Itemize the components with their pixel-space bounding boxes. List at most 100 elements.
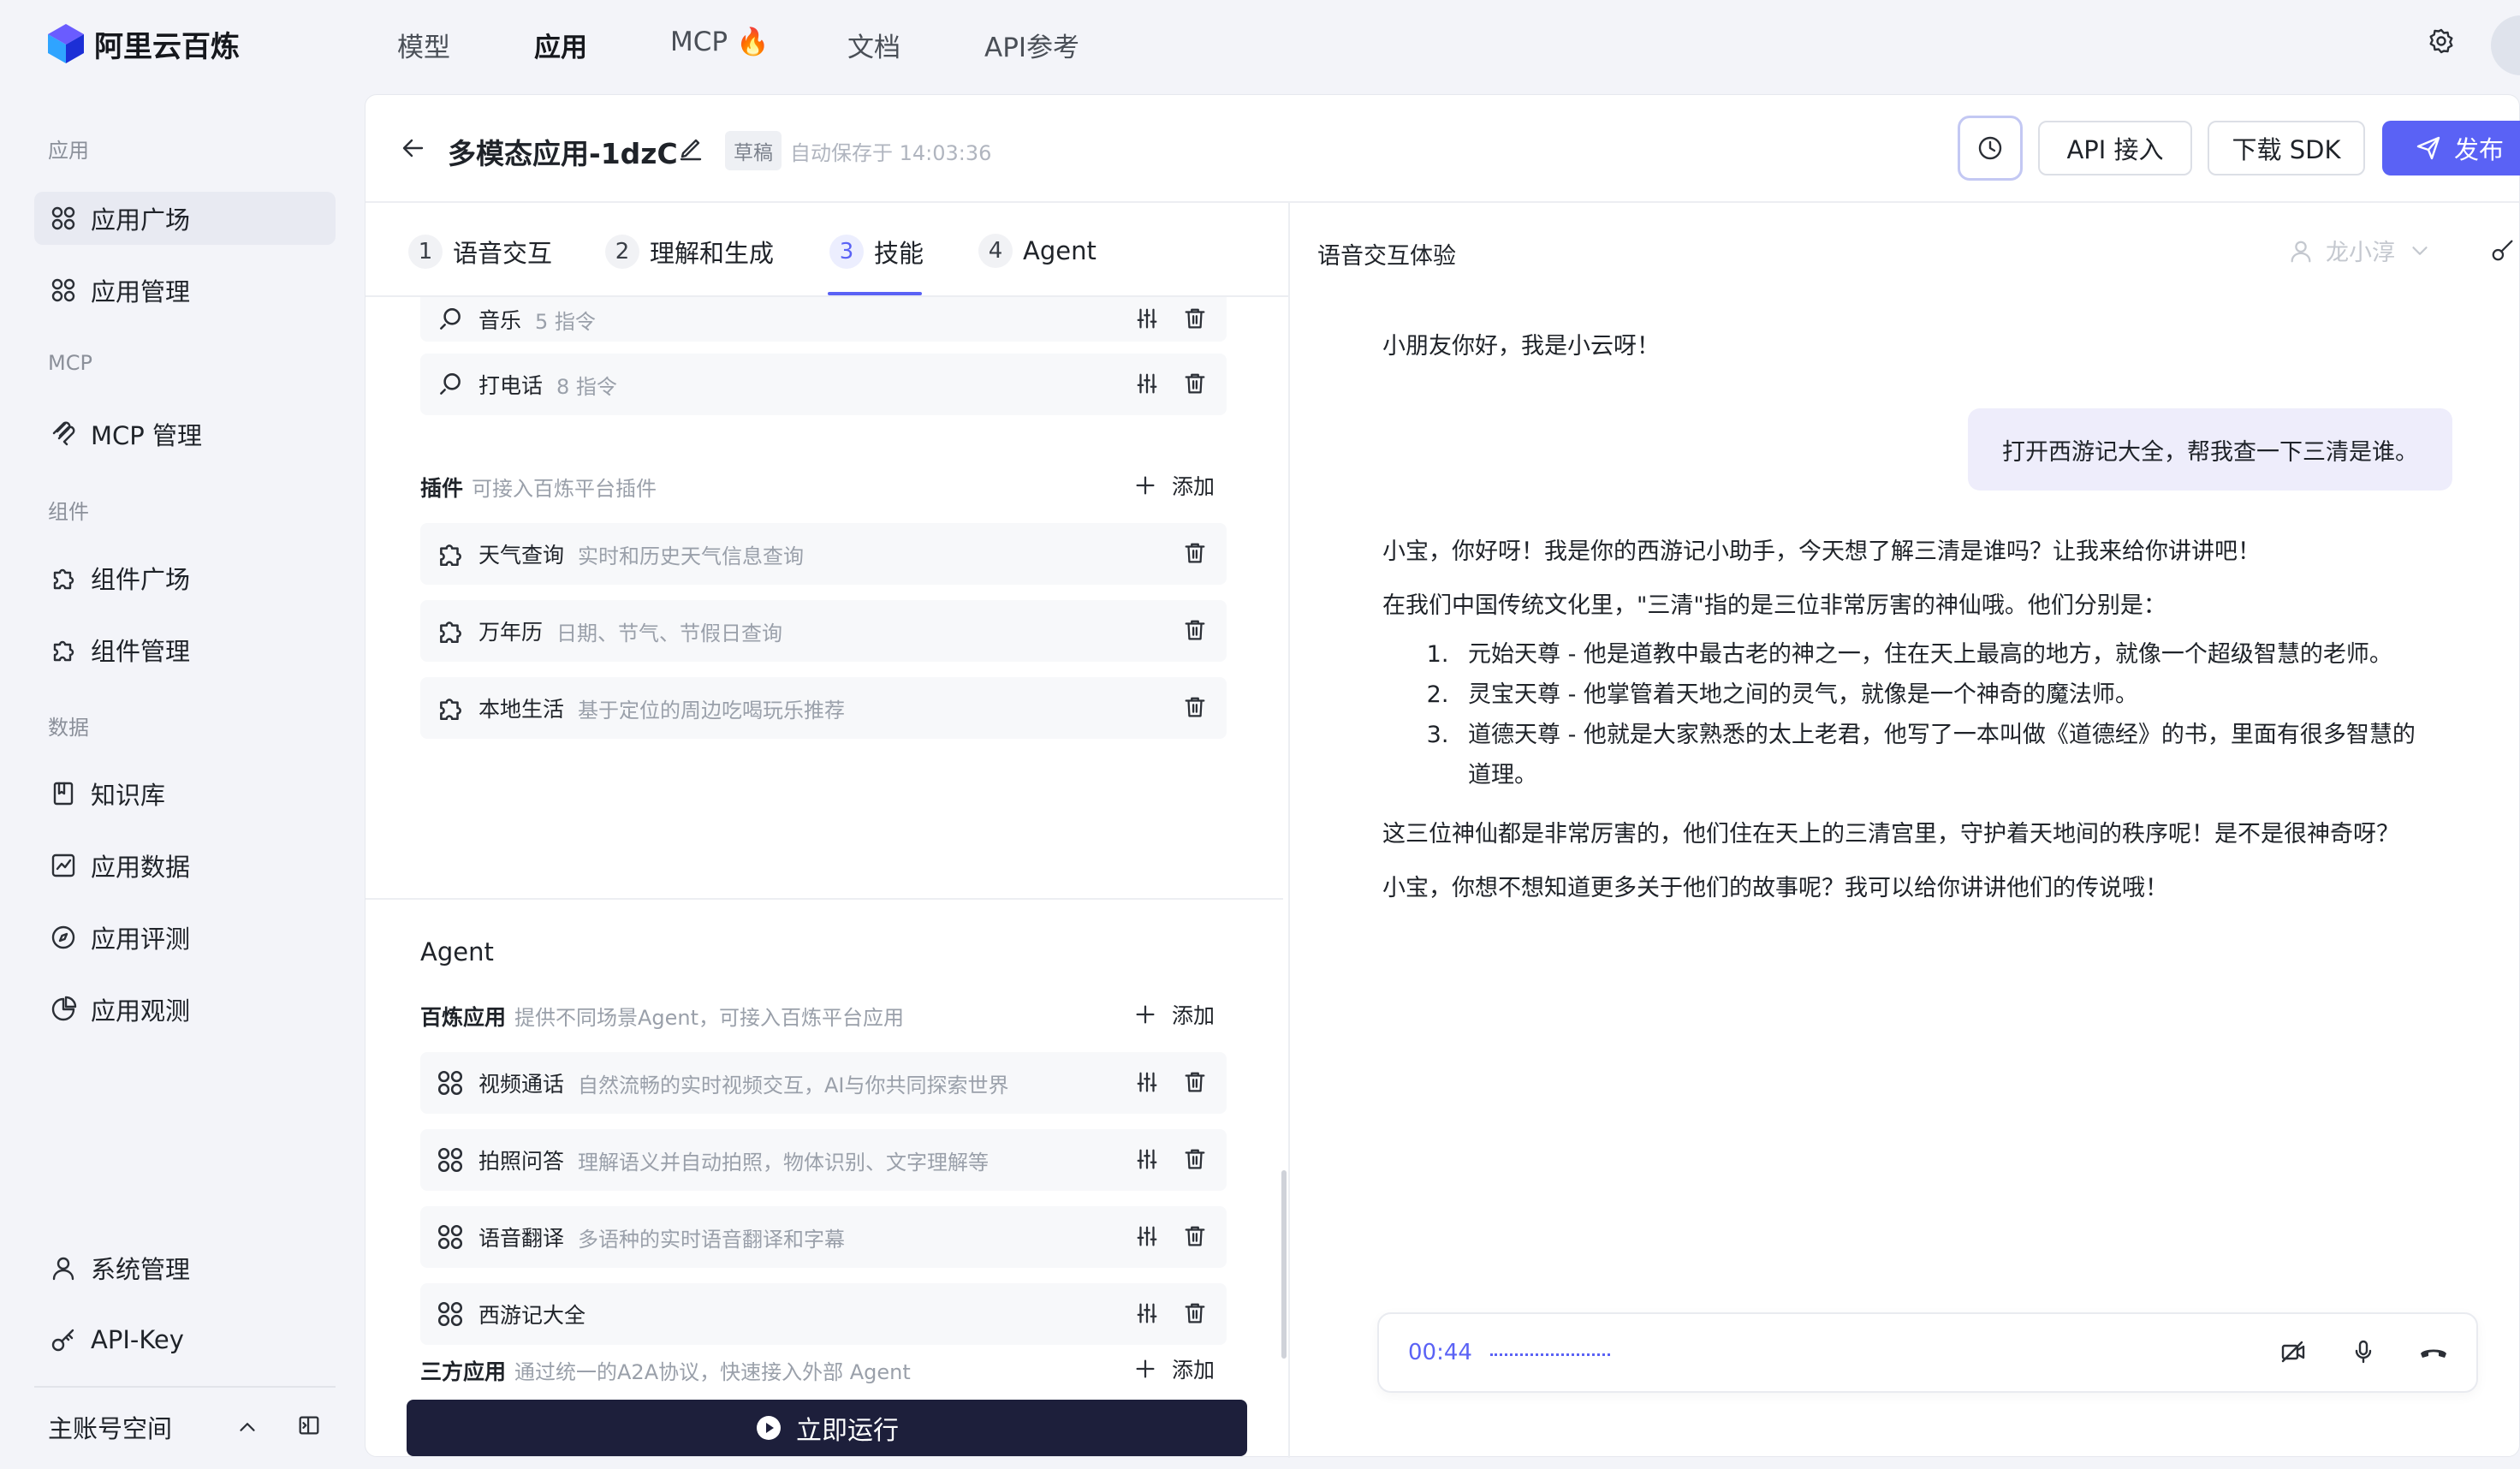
plugin-row-local[interactable]: 本地生活 基于定位的周边吃喝玩乐推荐: [420, 677, 1227, 739]
group-title: 三方应用: [420, 1359, 507, 1384]
plugin-desc: 日期、节气、节假日查询: [556, 621, 783, 645]
step-label: 技能: [874, 239, 924, 268]
add-label: 添加: [1172, 474, 1215, 499]
download-sdk-button[interactable]: 下载 SDK: [2208, 121, 2365, 175]
skill-icon: [440, 373, 461, 395]
step-number: 3: [829, 235, 864, 269]
sidebar-item-app-eval[interactable]: 应用评测: [34, 911, 336, 964]
user-icon: [52, 1257, 74, 1281]
delete-trash-icon[interactable]: [1182, 540, 1208, 566]
plugin-row-weather[interactable]: 天气查询 实时和历史天气信息查询: [420, 523, 1227, 585]
mcp-icon: [52, 421, 75, 446]
tab-skills[interactable]: 3 技能: [829, 234, 924, 270]
api-access-button[interactable]: API 接入: [2038, 121, 2192, 175]
add-bailian-app-button[interactable]: 添加: [1132, 999, 1215, 1030]
sidebar-item-component-plaza[interactable]: 组件广场: [34, 551, 336, 604]
chevron-up-icon[interactable]: [235, 1414, 260, 1440]
run-now-button[interactable]: 立即运行: [407, 1400, 1247, 1456]
history-button[interactable]: [1958, 116, 2023, 181]
delete-trash-icon[interactable]: [1182, 1300, 1208, 1326]
sidebar-collapse-icon[interactable]: [296, 1412, 322, 1438]
delete-trash-icon[interactable]: [1182, 1069, 1208, 1095]
sidebar-item-app-observe[interactable]: 应用观测: [34, 983, 336, 1036]
assistant-reply: 小宝，你好呀！我是你的西游记小助手，今天想了解三清是谁吗？让我来给你讲讲吧！ 在…: [1382, 532, 2435, 908]
settings-gear-icon[interactable]: [2428, 27, 2455, 55]
group-title: 百炼应用: [420, 1005, 507, 1030]
grid-icon: [437, 1147, 463, 1173]
play-circle-icon: [757, 1416, 781, 1440]
grid-icon: [437, 1301, 463, 1327]
nav-api-ref[interactable]: API参考: [984, 26, 1079, 64]
config-panel: 1 语音交互 2 理解和生成 3 技能 4 Agent 音乐 5 指令 打电话 …: [366, 203, 1290, 1458]
main-panel: 多模态应用-1dzC 草稿 自动保存于 14:03:36 API 接入 下载 S…: [365, 94, 2520, 1458]
step-number: 1: [408, 235, 443, 269]
sidebar-item-app-plaza[interactable]: 应用广场: [34, 192, 336, 245]
sidebar-item-api-key[interactable]: API-Key: [34, 1313, 336, 1366]
nav-docs[interactable]: 文档: [847, 26, 900, 64]
voice-selector[interactable]: 龙小淳: [2288, 234, 2433, 267]
settings-sliders-icon[interactable]: [1134, 306, 1160, 331]
camera-off-icon[interactable]: [2279, 1338, 2307, 1365]
plugin-row-calendar[interactable]: 万年历 日期、节气、节假日查询: [420, 600, 1227, 662]
skill-row-music[interactable]: 音乐 5 指令: [420, 297, 1227, 342]
section-component: 组件: [48, 500, 89, 524]
account-space[interactable]: 主账号空间: [48, 1409, 172, 1445]
sidebar-item-mcp-manage[interactable]: MCP 管理: [34, 407, 336, 461]
tab-voice-interaction[interactable]: 1 语音交互: [408, 234, 552, 270]
settings-sliders-icon[interactable]: [1134, 1300, 1160, 1326]
delete-trash-icon[interactable]: [1182, 617, 1208, 643]
add-plugin-button[interactable]: 添加: [1132, 470, 1215, 501]
back-arrow-icon[interactable]: [400, 134, 427, 162]
run-label: 立即运行: [796, 1416, 899, 1446]
voice-call-bar: 00:44: [1377, 1312, 2478, 1393]
user-avatar[interactable]: [2491, 15, 2520, 75]
draft-badge: 草稿: [725, 131, 782, 170]
tab-understanding[interactable]: 2 理解和生成: [605, 234, 774, 270]
nav-mcp[interactable]: MCP 🔥: [670, 26, 770, 57]
reply-paragraph: 小宝，你想不想知道更多关于他们的故事呢？我可以给你讲讲他们的传说哦！: [1382, 875, 2168, 901]
sidebar-item-app-manage[interactable]: 应用管理: [34, 264, 336, 317]
nav-apps[interactable]: 应用: [534, 26, 587, 64]
reply-list: 元始天尊 - 他是道教中最古老的神之一，住在天上最高的地方，就像一个超级智慧的老…: [1382, 634, 2435, 795]
hang-up-icon[interactable]: [2418, 1338, 2449, 1365]
plugin-desc: 基于定位的周边吃喝玩乐推荐: [578, 698, 846, 723]
settings-sliders-icon[interactable]: [1134, 1069, 1160, 1095]
delete-trash-icon[interactable]: [1182, 371, 1208, 396]
section-divider: [366, 898, 1283, 900]
bailian-apps-header: 百炼应用 提供不同场景Agent，可接入百炼平台应用: [420, 1001, 904, 1032]
delete-trash-icon[interactable]: [1182, 306, 1208, 331]
settings-sliders-icon[interactable]: [1134, 1223, 1160, 1249]
plugin-name: 万年历: [478, 620, 544, 645]
sidebar-item-component-manage[interactable]: 组件管理: [34, 623, 336, 676]
scrollbar-thumb[interactable]: [1281, 1170, 1287, 1359]
sidebar-item-knowledge[interactable]: 知识库: [34, 767, 336, 820]
app-header: 多模态应用-1dzC 草稿 自动保存于 14:03:36 API 接入 下载 S…: [366, 95, 2520, 203]
publish-button[interactable]: 发布: [2382, 121, 2520, 175]
tab-agent[interactable]: 4 Agent: [978, 234, 1097, 268]
delete-trash-icon[interactable]: [1182, 1146, 1208, 1172]
agent-row-journey-west[interactable]: 西游记大全: [420, 1283, 1227, 1345]
agent-row-photo-qa[interactable]: 拍照问答 理解语义并自动拍照，物体识别、文字理解等: [420, 1129, 1227, 1191]
sidebar-item-label: 组件广场: [91, 565, 191, 594]
settings-sliders-icon[interactable]: [1134, 1146, 1160, 1172]
agent-name: 拍照问答: [478, 1149, 565, 1174]
microphone-icon[interactable]: [2350, 1338, 2377, 1365]
settings-sliders-icon[interactable]: [1134, 371, 1160, 396]
wrench-icon[interactable]: [2490, 237, 2516, 263]
agent-row-voice-translate[interactable]: 语音翻译 多语种的实时语音翻译和字幕: [420, 1206, 1227, 1268]
reply-paragraph: 在我们中国传统文化里，"三清"指的是三位非常厉害的神仙哦。他们分别是：: [1382, 592, 2166, 619]
section-app: 应用: [48, 139, 89, 163]
nav-models[interactable]: 模型: [397, 26, 450, 64]
puzzle-icon: [53, 568, 74, 590]
brand-logo[interactable]: 阿里云百炼: [46, 22, 240, 65]
skill-name: 音乐: [478, 308, 522, 333]
edit-pencil-icon[interactable]: [677, 134, 704, 162]
delete-trash-icon[interactable]: [1182, 694, 1208, 720]
agent-row-video-call[interactable]: 视频通话 自然流畅的实时视频交互，AI与你共同探索世界: [420, 1052, 1227, 1114]
add-third-party-button[interactable]: 添加: [1132, 1353, 1215, 1384]
delete-trash-icon[interactable]: [1182, 1223, 1208, 1249]
skill-row-call[interactable]: 打电话 8 指令: [420, 354, 1227, 415]
sidebar-item-system[interactable]: 系统管理: [34, 1241, 336, 1294]
sidebar-item-app-data[interactable]: 应用数据: [34, 839, 336, 892]
step-label: Agent: [1023, 236, 1097, 265]
